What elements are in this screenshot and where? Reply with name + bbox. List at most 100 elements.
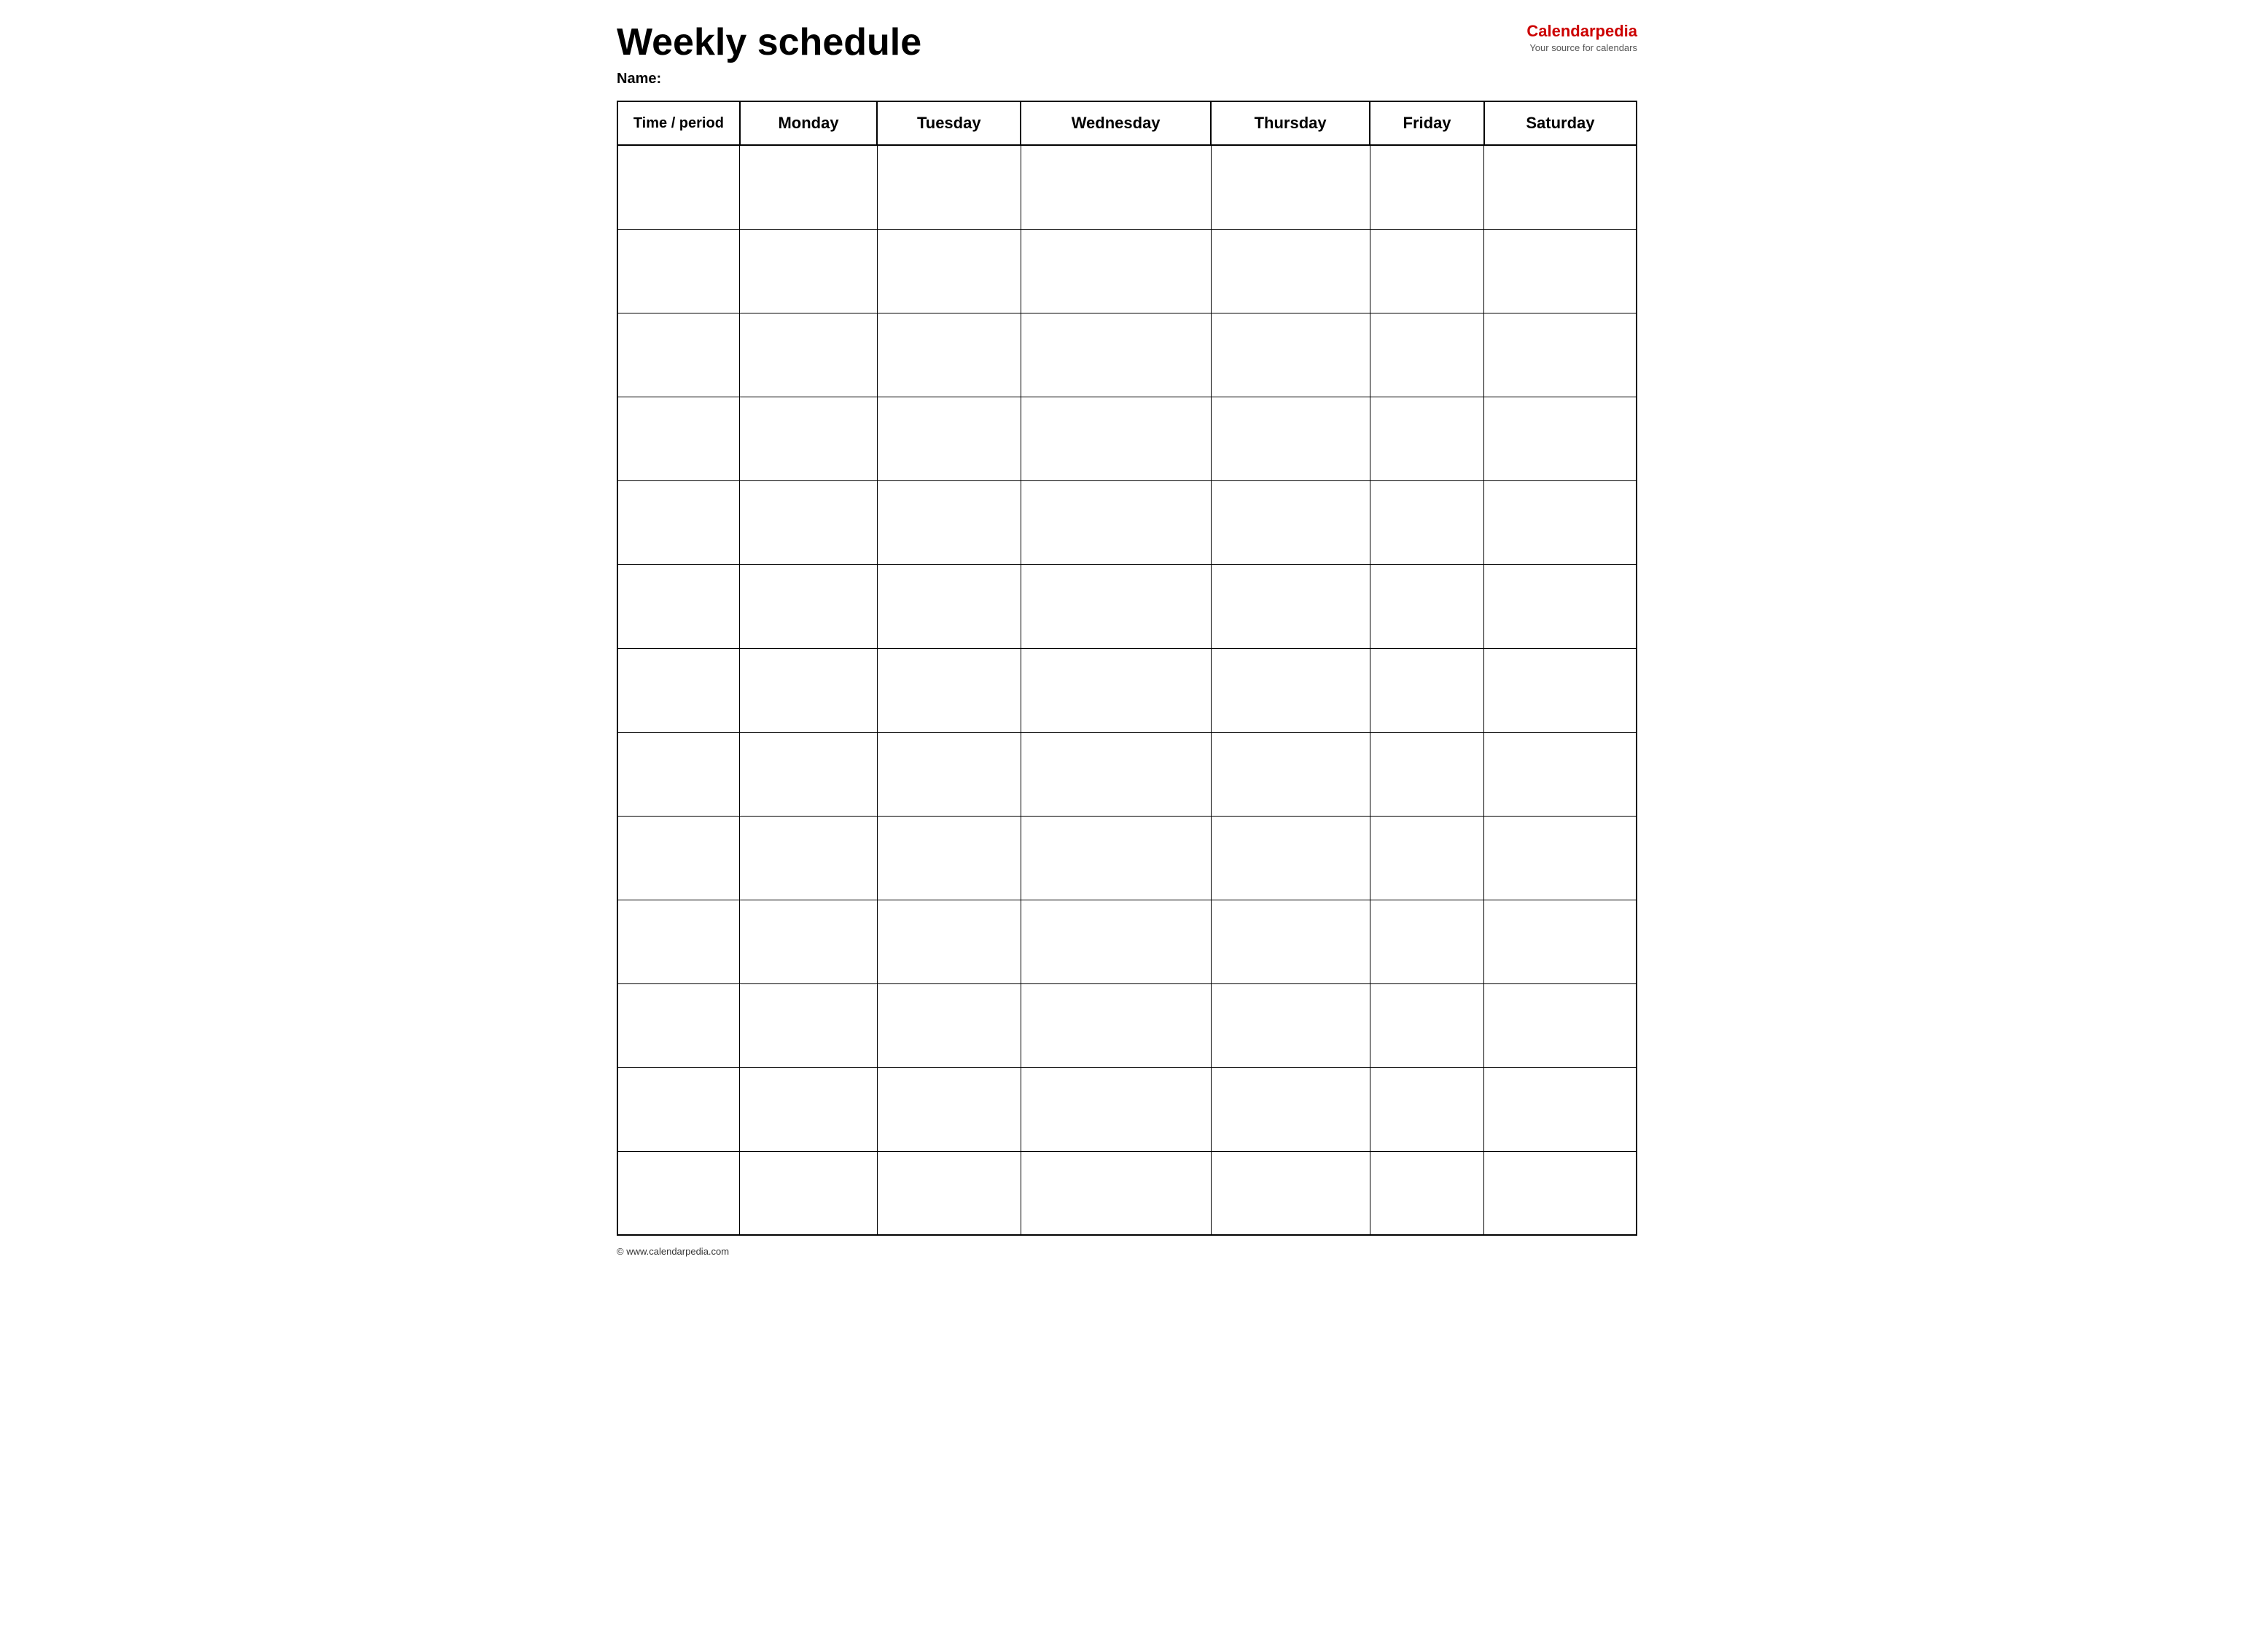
table-row	[617, 1067, 1637, 1151]
time-cell[interactable]	[617, 1151, 740, 1235]
schedule-cell[interactable]	[877, 648, 1021, 732]
schedule-cell[interactable]	[1484, 397, 1637, 480]
schedule-cell[interactable]	[1021, 732, 1211, 816]
schedule-cell[interactable]	[877, 900, 1021, 983]
schedule-cell[interactable]	[1021, 229, 1211, 313]
schedule-cell[interactable]	[1021, 816, 1211, 900]
schedule-cell[interactable]	[1370, 397, 1484, 480]
schedule-cell[interactable]	[1484, 1151, 1637, 1235]
schedule-cell[interactable]	[877, 480, 1021, 564]
schedule-cell[interactable]	[1370, 648, 1484, 732]
schedule-cell[interactable]	[1370, 480, 1484, 564]
schedule-cell[interactable]	[1370, 1067, 1484, 1151]
schedule-cell[interactable]	[877, 313, 1021, 397]
schedule-cell[interactable]	[740, 1067, 878, 1151]
schedule-cell[interactable]	[1211, 983, 1370, 1067]
time-cell[interactable]	[617, 229, 740, 313]
time-cell[interactable]	[617, 900, 740, 983]
schedule-cell[interactable]	[1484, 229, 1637, 313]
schedule-cell[interactable]	[1211, 229, 1370, 313]
schedule-cell[interactable]	[1211, 397, 1370, 480]
schedule-cell[interactable]	[740, 1151, 878, 1235]
schedule-cell[interactable]	[1021, 1067, 1211, 1151]
schedule-cell[interactable]	[740, 313, 878, 397]
schedule-cell[interactable]	[740, 983, 878, 1067]
schedule-cell[interactable]	[1370, 732, 1484, 816]
time-cell[interactable]	[617, 816, 740, 900]
schedule-cell[interactable]	[877, 1151, 1021, 1235]
schedule-cell[interactable]	[1211, 564, 1370, 648]
schedule-cell[interactable]	[1484, 816, 1637, 900]
schedule-cell[interactable]	[740, 229, 878, 313]
schedule-cell[interactable]	[1484, 648, 1637, 732]
time-cell[interactable]	[617, 313, 740, 397]
schedule-cell[interactable]	[1484, 313, 1637, 397]
schedule-cell[interactable]	[1021, 313, 1211, 397]
schedule-cell[interactable]	[740, 816, 878, 900]
schedule-cell[interactable]	[1370, 313, 1484, 397]
schedule-cell[interactable]	[1211, 145, 1370, 229]
table-header-row: Time / period Monday Tuesday Wednesday T…	[617, 101, 1637, 145]
time-cell[interactable]	[617, 397, 740, 480]
time-cell[interactable]	[617, 1067, 740, 1151]
copyright-text: © www.calendarpedia.com	[617, 1246, 729, 1257]
schedule-cell[interactable]	[877, 229, 1021, 313]
schedule-cell[interactable]	[740, 564, 878, 648]
schedule-cell[interactable]	[1211, 313, 1370, 397]
schedule-cell[interactable]	[1021, 1151, 1211, 1235]
schedule-cell[interactable]	[1211, 480, 1370, 564]
schedule-cell[interactable]	[1211, 816, 1370, 900]
table-row	[617, 732, 1637, 816]
schedule-cell[interactable]	[740, 145, 878, 229]
schedule-cell[interactable]	[1211, 900, 1370, 983]
schedule-cell[interactable]	[1021, 480, 1211, 564]
schedule-cell[interactable]	[1021, 564, 1211, 648]
table-row	[617, 229, 1637, 313]
schedule-cell[interactable]	[1370, 145, 1484, 229]
time-cell[interactable]	[617, 480, 740, 564]
schedule-cell[interactable]	[740, 397, 878, 480]
schedule-cell[interactable]	[1484, 564, 1637, 648]
schedule-cell[interactable]	[1370, 983, 1484, 1067]
schedule-cell[interactable]	[1211, 648, 1370, 732]
schedule-cell[interactable]	[1211, 1151, 1370, 1235]
schedule-cell[interactable]	[877, 816, 1021, 900]
schedule-cell[interactable]	[1211, 732, 1370, 816]
col-header-tuesday: Tuesday	[877, 101, 1021, 145]
schedule-cell[interactable]	[877, 983, 1021, 1067]
schedule-cell[interactable]	[877, 732, 1021, 816]
time-cell[interactable]	[617, 732, 740, 816]
schedule-cell[interactable]	[877, 397, 1021, 480]
schedule-cell[interactable]	[1211, 1067, 1370, 1151]
schedule-cell[interactable]	[1484, 145, 1637, 229]
footer: © www.calendarpedia.com	[617, 1246, 1637, 1257]
schedule-cell[interactable]	[877, 1067, 1021, 1151]
time-cell[interactable]	[617, 145, 740, 229]
schedule-cell[interactable]	[740, 732, 878, 816]
time-cell[interactable]	[617, 983, 740, 1067]
logo-area: Calendarpedia Your source for calendars	[1526, 22, 1637, 53]
schedule-cell[interactable]	[877, 145, 1021, 229]
schedule-cell[interactable]	[1021, 900, 1211, 983]
time-cell[interactable]	[617, 648, 740, 732]
schedule-cell[interactable]	[877, 564, 1021, 648]
schedule-cell[interactable]	[1021, 983, 1211, 1067]
schedule-cell[interactable]	[740, 900, 878, 983]
schedule-cell[interactable]	[1484, 900, 1637, 983]
schedule-cell[interactable]	[1021, 145, 1211, 229]
schedule-cell[interactable]	[1370, 229, 1484, 313]
schedule-cell[interactable]	[1021, 648, 1211, 732]
schedule-cell[interactable]	[1370, 1151, 1484, 1235]
schedule-cell[interactable]	[1484, 983, 1637, 1067]
schedule-cell[interactable]	[1484, 480, 1637, 564]
time-cell[interactable]	[617, 564, 740, 648]
schedule-cell[interactable]	[1370, 900, 1484, 983]
schedule-cell[interactable]	[1021, 397, 1211, 480]
schedule-cell[interactable]	[1484, 732, 1637, 816]
schedule-cell[interactable]	[740, 648, 878, 732]
schedule-cell[interactable]	[1484, 1067, 1637, 1151]
logo-part1: Calendar	[1526, 22, 1595, 40]
schedule-cell[interactable]	[740, 480, 878, 564]
schedule-cell[interactable]	[1370, 564, 1484, 648]
schedule-cell[interactable]	[1370, 816, 1484, 900]
